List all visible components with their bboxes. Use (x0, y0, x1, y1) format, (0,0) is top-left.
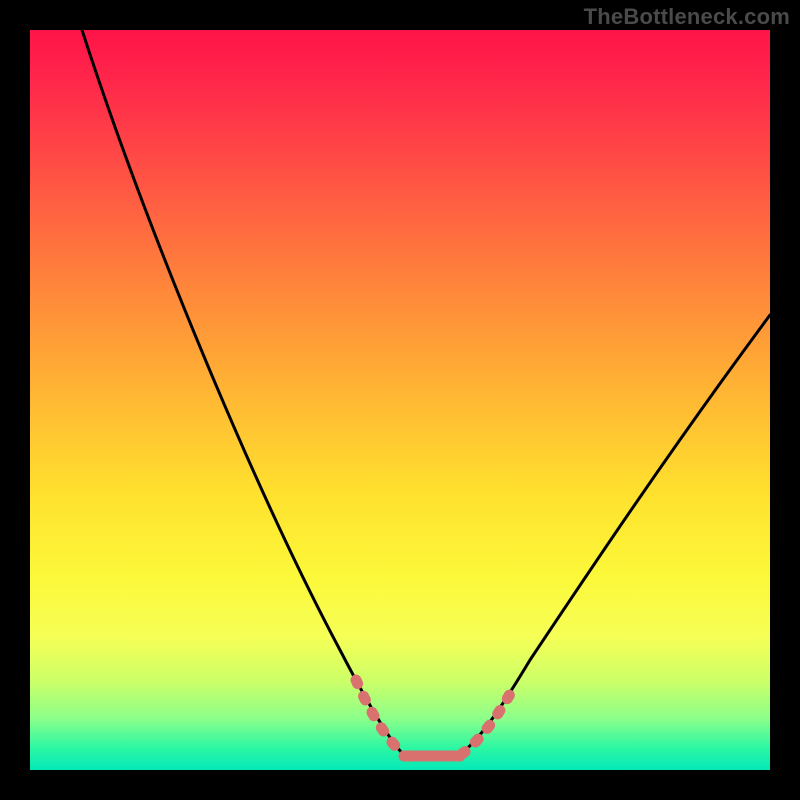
curve-layer (30, 30, 770, 770)
marker-dots-left (356, 680, 404, 754)
curve-left-arm (82, 30, 410, 756)
plot-area (30, 30, 770, 770)
watermark-text: TheBottleneck.com (584, 4, 790, 30)
curve-right-arm (458, 315, 770, 756)
chart-frame: TheBottleneck.com (0, 0, 800, 800)
